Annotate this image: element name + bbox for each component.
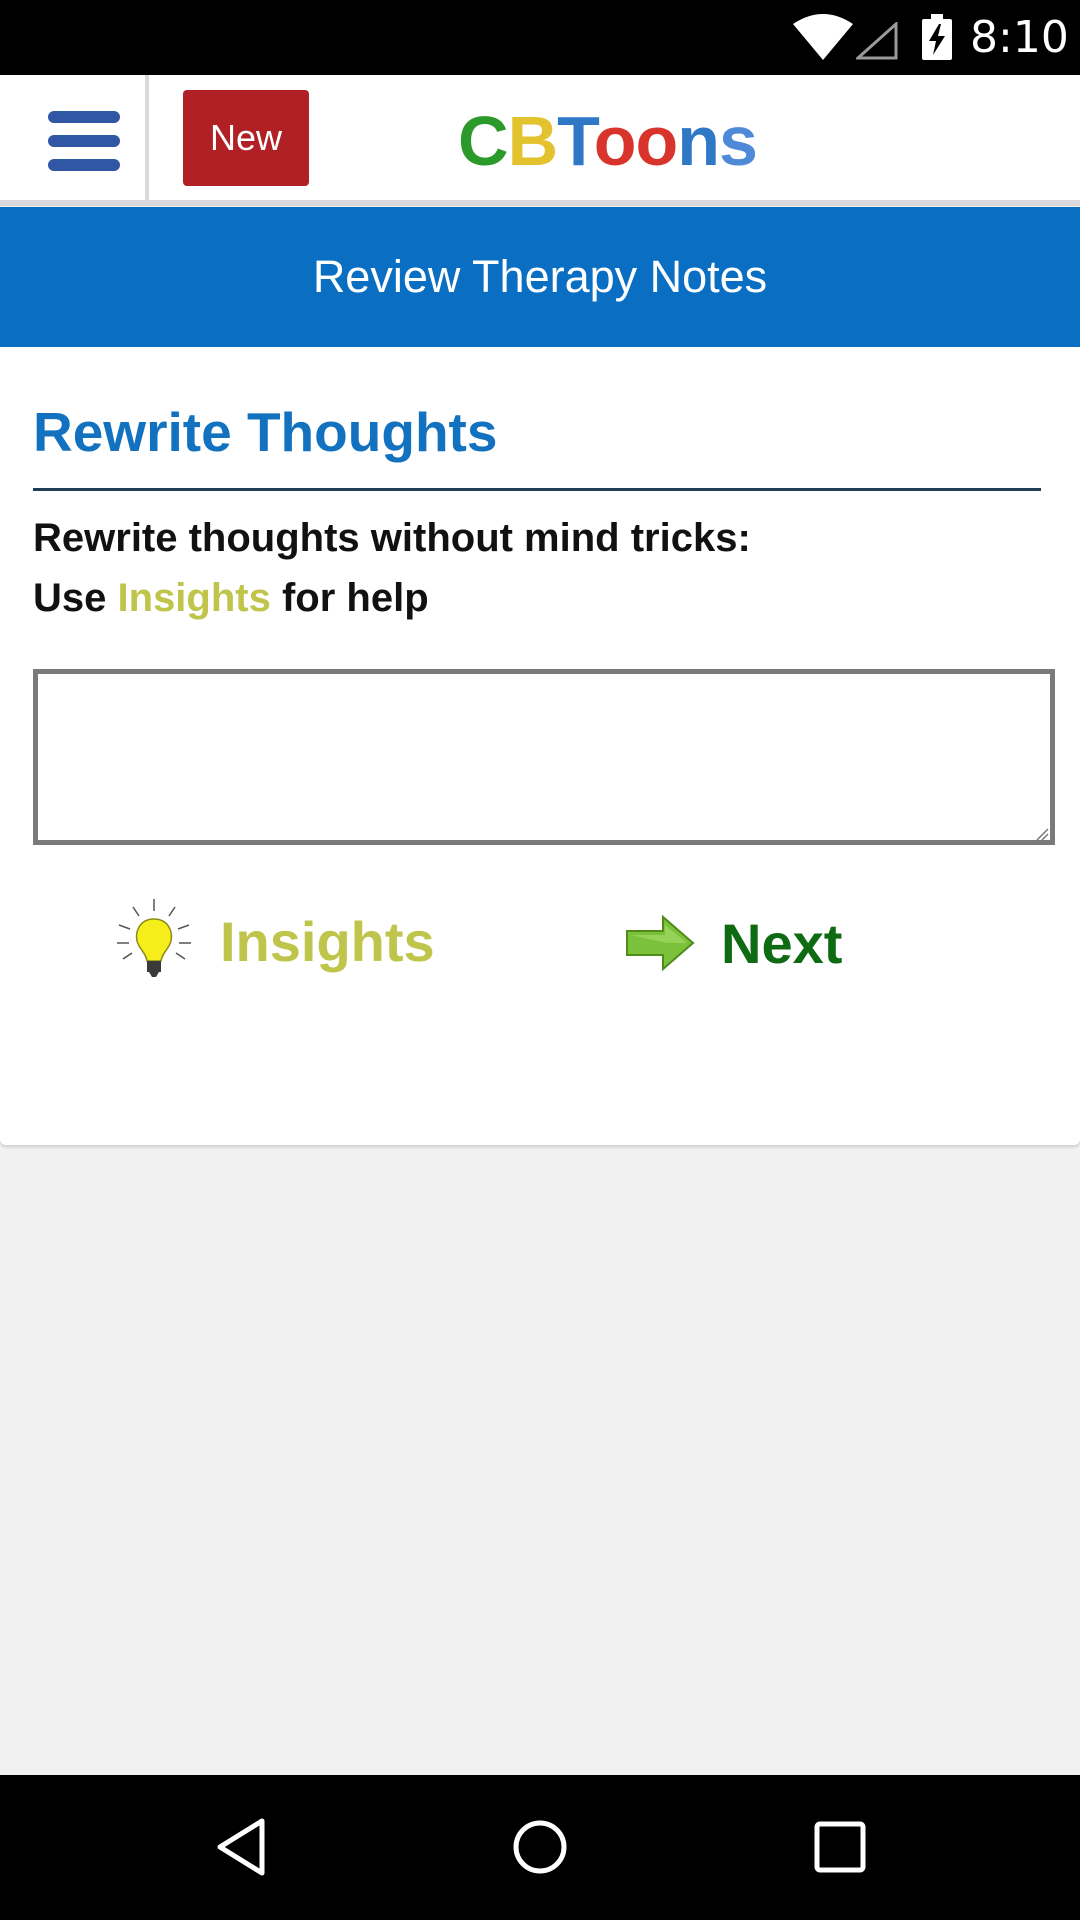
instruction-prefix: Use (33, 576, 107, 620)
logo-letter: o (593, 102, 637, 180)
next-button[interactable]: Next (623, 899, 883, 989)
instructions: Rewrite thoughts without mind tricks: Us… (33, 508, 751, 628)
content-card: Rewrite Thoughts Rewrite thoughts withou… (0, 347, 1080, 1145)
status-bar: 8:10 (0, 0, 1080, 75)
instruction-line-1: Rewrite thoughts without mind tricks: (33, 516, 751, 560)
new-button[interactable]: New (183, 90, 309, 186)
insights-link[interactable]: Insights (118, 576, 271, 620)
logo-letter: n (677, 102, 720, 180)
section-divider (33, 488, 1041, 491)
thought-input[interactable] (33, 669, 1055, 845)
section-title: Rewrite Thoughts (33, 401, 498, 463)
instruction-suffix: for help (281, 576, 429, 620)
right-arrow-icon (626, 914, 695, 972)
back-icon[interactable] (210, 1815, 274, 1879)
logo-letter: o (635, 102, 678, 180)
clock: 8:10 (970, 12, 1069, 63)
instruction-line-2: Use Insights for help (33, 568, 751, 628)
insights-button[interactable]: Insights (115, 897, 445, 987)
logo-letter: T (557, 102, 595, 180)
header-divider (145, 75, 149, 200)
recents-icon[interactable] (808, 1815, 872, 1879)
wifi-icon (793, 14, 853, 60)
logo-letter: B (507, 102, 559, 180)
lightbulb-icon (117, 899, 191, 977)
system-navigation-bar (0, 1775, 1080, 1920)
insights-label: Insights (220, 910, 435, 973)
cbtoons-logo[interactable]: CBToons (458, 93, 758, 189)
logo-letter: C (458, 102, 509, 180)
battery-charging-icon (922, 14, 952, 60)
logo-letter: s (719, 102, 758, 180)
resize-handle-icon[interactable] (1035, 827, 1049, 841)
next-label: Next (721, 912, 843, 975)
page-banner-title: Review Therapy Notes (0, 207, 1080, 347)
app-header: New CBToons (0, 75, 1080, 206)
home-icon[interactable] (508, 1815, 572, 1879)
hamburger-menu-icon[interactable] (48, 111, 120, 171)
cell-signal-icon (856, 22, 898, 60)
